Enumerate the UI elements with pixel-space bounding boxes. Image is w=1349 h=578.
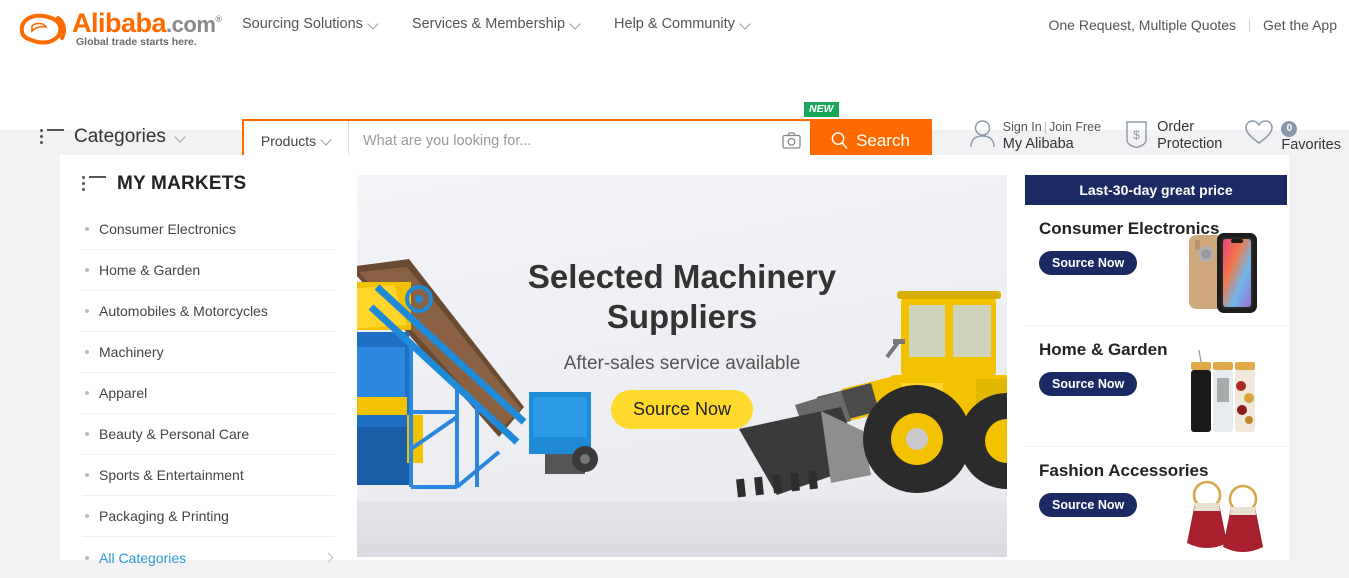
sidebar-item-label: Automobiles & Motorcycles <box>99 303 268 319</box>
promo-panel: Last-30-day great price Consumer Electro… <box>1025 175 1287 560</box>
order-protection-icon: $ <box>1126 121 1147 149</box>
promo-card-fashion-accessories[interactable]: Fashion Accessories Source Now <box>1025 447 1287 568</box>
hero-text-block: Selected Machinery Suppliers After-sales… <box>357 257 1007 429</box>
camera-icon <box>781 132 801 149</box>
sidebar-item-consumer-electronics[interactable]: Consumer Electronics <box>82 209 335 250</box>
hero-subtitle: After-sales service available <box>563 353 801 374</box>
water-bottles-product-image <box>1191 349 1255 432</box>
hero-banner[interactable]: Selected Machinery Suppliers After-sales… <box>357 175 1007 557</box>
new-badge: NEW <box>804 102 839 117</box>
heart-icon <box>1245 120 1274 144</box>
registered-mark-icon: ® <box>215 14 222 24</box>
list-icon <box>40 128 64 146</box>
my-markets-sidebar: MY MARKETS Consumer Electronics Home & G… <box>60 155 357 566</box>
divider <box>1249 18 1251 32</box>
sidebar-item-beauty-personal-care[interactable]: Beauty & Personal Care <box>82 414 335 455</box>
alibaba-logo[interactable]: Alibaba.com® Global trade starts here. <box>14 8 222 50</box>
list-icon <box>82 175 106 193</box>
order-protection-link[interactable]: $ Order Protection <box>1123 119 1222 153</box>
logo-tagline: Global trade starts here. <box>76 36 197 48</box>
promo-source-now-button[interactable]: Source Now <box>1039 493 1138 517</box>
bullet-icon <box>85 514 89 518</box>
promo-card-home-garden[interactable]: Home & Garden Source Now <box>1025 326 1287 447</box>
smartphone-product-image <box>1189 233 1257 313</box>
bullet-icon <box>85 555 89 560</box>
header-top-row: Alibaba.com® Global trade starts here. S… <box>0 0 1349 56</box>
header-bottom-row: Categories Products NEW <box>0 56 1349 162</box>
sidebar-item-apparel[interactable]: Apparel <box>82 373 335 414</box>
chevron-down-icon <box>571 20 580 29</box>
bullet-icon <box>85 432 89 436</box>
chevron-down-icon <box>176 133 185 142</box>
chevron-down-icon <box>741 20 750 29</box>
sidebar-item-packaging-printing[interactable]: Packaging & Printing <box>82 496 335 537</box>
nav-item-services-membership[interactable]: Services & Membership <box>412 16 580 32</box>
bullet-icon <box>85 268 89 272</box>
site-header: Alibaba.com® Global trade starts here. S… <box>0 0 1349 162</box>
magnifier-icon <box>831 132 848 150</box>
favorites-label: Favorites <box>1281 137 1341 153</box>
sidebar-item-sports-entertainment[interactable]: Sports & Entertainment <box>82 455 335 496</box>
link-one-request-multiple-quotes[interactable]: One Request, Multiple Quotes <box>1049 17 1237 33</box>
join-free-link[interactable]: Join Free <box>1049 120 1101 134</box>
sidebar-item-label: Consumer Electronics <box>99 221 236 237</box>
favorites-count-badge: 0 <box>1281 121 1298 137</box>
sidebar-item-label: Home & Garden <box>99 262 201 278</box>
nav-label: Services & Membership <box>411 16 566 32</box>
order-protection-line1: Order <box>1157 119 1195 135</box>
main-navigation: Sourcing Solutions Services & Membership… <box>242 16 750 32</box>
sidebar-item-home-garden[interactable]: Home & Garden <box>82 250 335 291</box>
chevron-down-icon <box>322 136 331 145</box>
account-menu[interactable]: Sign In | Join Free My Alibaba <box>969 119 1101 153</box>
tassel-earrings-product-image <box>1187 480 1263 552</box>
sidebar-item-label: Beauty & Personal Care <box>99 426 250 442</box>
search-scope-label: Products <box>260 132 317 149</box>
my-markets-title: MY MARKETS <box>117 173 247 194</box>
bullet-icon <box>85 473 89 477</box>
sidebar-item-all-categories[interactable]: All Categories <box>82 537 335 578</box>
link-get-the-app[interactable]: Get the App <box>1263 17 1337 33</box>
header-utility-links: One Request, Multiple Quotes Get the App <box>1049 17 1338 33</box>
sidebar-item-label: Machinery <box>99 344 164 360</box>
bullet-icon <box>85 350 89 354</box>
order-protection-line2: Protection <box>1157 136 1223 152</box>
promo-panel-header: Last-30-day great price <box>1025 175 1287 205</box>
sidebar-item-label: Apparel <box>99 385 148 401</box>
alibaba-logo-mark <box>19 13 67 45</box>
sidebar-item-automobiles-motorcycles[interactable]: Automobiles & Motorcycles <box>82 291 335 332</box>
logo-wordmark: Alibaba.com® <box>72 8 222 38</box>
sign-in-link[interactable]: Sign In <box>1003 120 1042 134</box>
categories-label: Categories <box>74 126 166 147</box>
promo-card-consumer-electronics[interactable]: Consumer Electronics Source Now <box>1025 205 1287 326</box>
hero-title: Selected Machinery Suppliers <box>527 258 837 335</box>
bullet-icon <box>85 227 89 231</box>
promo-source-now-button[interactable]: Source Now <box>1039 372 1138 396</box>
favorites-link[interactable]: 0 Favorites <box>1244 119 1341 154</box>
user-icon <box>970 120 995 148</box>
search-button-label: Search <box>856 130 910 150</box>
categories-button[interactable]: Categories <box>40 126 185 148</box>
svg-text:$: $ <box>1133 128 1140 142</box>
sidebar-item-label: All Categories <box>99 549 187 566</box>
my-alibaba-link[interactable]: My Alibaba <box>1003 136 1101 153</box>
bullet-icon <box>85 309 89 313</box>
bullet-icon <box>85 391 89 395</box>
sidebar-item-label: Sports & Entertainment <box>99 467 244 483</box>
nav-item-help-community[interactable]: Help & Community <box>614 16 750 32</box>
user-tools: Sign In | Join Free My Alibaba $ Order Pro… <box>969 119 1341 154</box>
main-content: MY MARKETS Consumer Electronics Home & G… <box>60 155 1289 566</box>
promo-source-now-button[interactable]: Source Now <box>1039 251 1138 275</box>
hero-source-now-button[interactable]: Source Now <box>610 390 754 429</box>
nav-item-sourcing-solutions[interactable]: Sourcing Solutions <box>242 16 378 32</box>
my-markets-list: Consumer Electronics Home & Garden Autom… <box>82 209 335 578</box>
sidebar-item-machinery[interactable]: Machinery <box>82 332 335 373</box>
chevron-down-icon <box>369 20 378 29</box>
my-markets-header: MY MARKETS <box>82 173 357 195</box>
chevron-right-icon <box>325 554 333 562</box>
nav-label: Sourcing Solutions <box>242 16 363 32</box>
separator: | <box>1043 120 1047 134</box>
nav-label: Help & Community <box>614 16 735 32</box>
sidebar-item-label: Packaging & Printing <box>99 508 229 524</box>
